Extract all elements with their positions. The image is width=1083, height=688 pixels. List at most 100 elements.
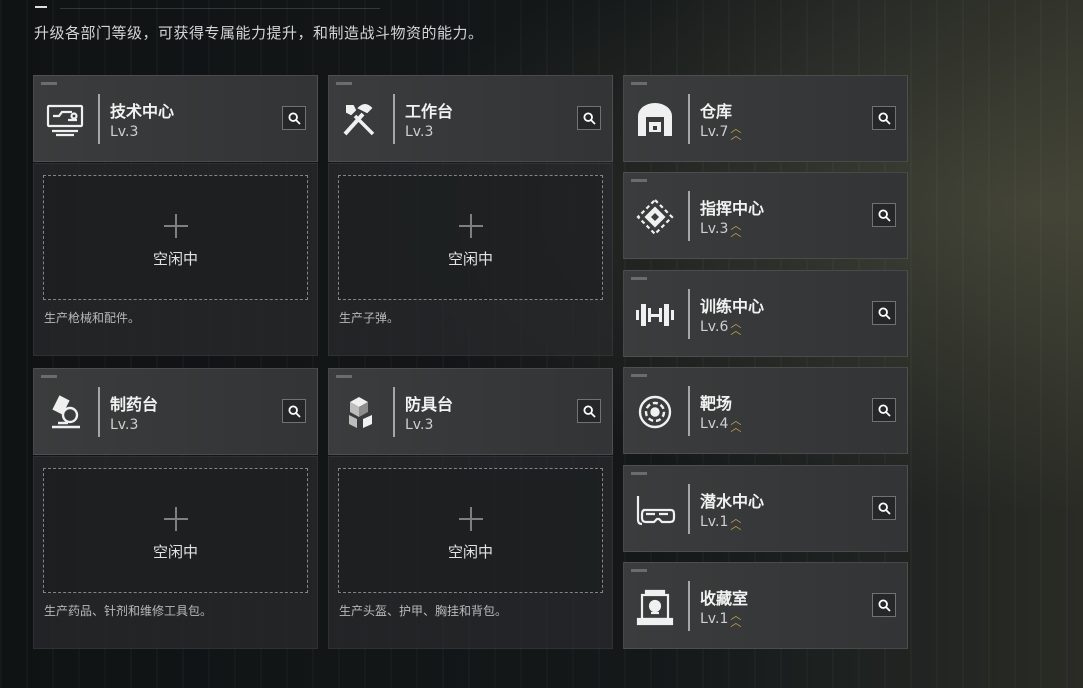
workstation-level: Lv.3: [405, 417, 434, 433]
facility-card-shooting-range[interactable]: 靶场 Lv.4 ︿ ︿: [623, 367, 908, 454]
production-slot[interactable]: 空闲中: [43, 468, 308, 593]
workstation-card-workbench[interactable]: 工作台 Lv.3: [328, 75, 613, 162]
card-tag: [631, 472, 647, 475]
workstation-card-armor[interactable]: 防具台 Lv.3: [328, 368, 613, 455]
facility-name: 仓库: [700, 102, 733, 121]
upgrade-arrow-icon: ︿ ︿: [730, 414, 742, 434]
facility-card-warehouse[interactable]: 仓库 Lv.7 ︿ ︿: [623, 75, 908, 162]
card-tag: [336, 82, 352, 85]
card-tag: [631, 374, 647, 377]
inspect-button[interactable]: [577, 399, 601, 423]
workstation-description: 生产子弹。: [339, 311, 400, 325]
search-icon: [878, 502, 891, 515]
target-icon: [634, 392, 676, 432]
workstation-description: 生产药品、针剂和维修工具包。: [44, 604, 213, 618]
facility-card-collection-room[interactable]: 收藏室 Lv.1 ︿ ︿: [623, 562, 908, 649]
facility-card-training-center[interactable]: 训练中心 Lv.6 ︿ ︿: [623, 270, 908, 357]
plus-icon: [458, 507, 483, 531]
card-tag: [336, 375, 352, 378]
inspect-button[interactable]: [282, 106, 306, 130]
microscope-icon: [44, 393, 86, 433]
facility-level-row: Lv.7 ︿ ︿: [700, 122, 742, 142]
search-icon: [878, 404, 891, 417]
search-icon: [288, 112, 301, 125]
computer-icon: [44, 100, 86, 140]
dumbbell-icon: [634, 295, 676, 335]
inspect-button[interactable]: [872, 203, 896, 227]
card-tag: [631, 277, 647, 280]
search-icon: [878, 209, 891, 222]
search-icon: [583, 405, 596, 418]
workstation-name: 技术中心: [110, 102, 175, 121]
workstation-description: 生产头盔、护甲、胸挂和背包。: [339, 604, 508, 618]
card-divider: [688, 289, 690, 339]
upgrade-arrow-icon: ︿ ︿: [730, 512, 742, 532]
search-icon: [583, 112, 596, 125]
facility-name: 训练中心: [700, 297, 765, 316]
production-panel-workbench: 空闲中 生产子弹。: [328, 163, 613, 356]
inspect-button[interactable]: [872, 106, 896, 130]
facility-name: 靶场: [700, 394, 733, 413]
production-slot[interactable]: 空闲中: [338, 468, 603, 593]
facility-level-row: Lv.1 ︿ ︿: [700, 610, 741, 628]
diving-mask-icon: [634, 490, 676, 530]
inspect-button[interactable]: [872, 496, 896, 520]
production-panel-armor: 空闲中 生产头盔、护甲、胸挂和背包。: [328, 456, 613, 649]
card-tag: [631, 569, 647, 572]
display-case-icon: [634, 587, 676, 627]
slot-status: 空闲中: [152, 250, 198, 268]
production-slot[interactable]: 空闲中: [43, 175, 308, 300]
facility-card-diving-center[interactable]: 潜水中心 Lv.1 ︿ ︿: [623, 465, 908, 552]
workstation-name: 制药台: [110, 395, 159, 414]
production-panel-tech-center: 空闲中 生产枪械和配件。: [33, 163, 318, 356]
cubes-icon: [339, 393, 381, 433]
card-divider: [393, 94, 395, 144]
command-icon: [634, 197, 676, 237]
card-tag: [41, 375, 57, 378]
card-divider: [688, 484, 690, 534]
card-divider: [688, 191, 690, 241]
search-icon: [878, 307, 891, 320]
card-divider: [98, 94, 100, 144]
production-slot[interactable]: 空闲中: [338, 175, 603, 300]
card-divider: [688, 581, 690, 631]
facility-level: Lv.6: [700, 319, 729, 335]
workstation-description: 生产枪械和配件。: [44, 311, 141, 325]
workstation-level: Lv.3: [110, 417, 139, 433]
card-divider: [688, 386, 690, 436]
upgrade-arrow-icon: ︿ ︿: [730, 317, 742, 337]
facility-level-row: Lv.3 ︿ ︿: [700, 220, 741, 238]
inspect-button[interactable]: [872, 301, 896, 325]
card-divider: [688, 94, 690, 144]
production-panel-pharmacy: 空闲中 生产药品、针剂和维修工具包。: [33, 456, 318, 649]
inspect-button[interactable]: [872, 593, 896, 617]
facility-card-command-center[interactable]: 指挥中心 Lv.3 ︿ ︿: [623, 172, 908, 259]
facility-name: 收藏室: [700, 589, 749, 608]
facility-level: Lv.1: [700, 611, 729, 627]
facility-level: Lv.1: [700, 514, 729, 530]
workstation-name: 防具台: [405, 395, 454, 414]
workstation-card-tech-center[interactable]: 技术中心 Lv.3: [33, 75, 318, 162]
facility-level: Lv.7: [700, 124, 729, 140]
warehouse-icon: [634, 100, 676, 140]
card-tag: [631, 82, 647, 85]
plus-icon: [163, 214, 188, 238]
upgrade-arrow-icon: ︿ ︿: [730, 122, 742, 142]
workstation-level: Lv.3: [405, 124, 434, 140]
facility-name: 指挥中心: [700, 199, 765, 218]
facility-level-row: Lv.6 ︿ ︿: [700, 317, 742, 337]
workstation-card-pharmacy[interactable]: 制药台 Lv.3: [33, 368, 318, 455]
inspect-button[interactable]: [282, 399, 306, 423]
inspect-button[interactable]: [577, 106, 601, 130]
card-divider: [98, 387, 100, 437]
facility-level-row: Lv.1 ︿ ︿: [700, 512, 742, 532]
slot-status: 空闲中: [447, 543, 493, 561]
slot-status: 空闲中: [447, 250, 493, 268]
plus-icon: [163, 507, 188, 531]
workstation-name: 工作台: [405, 102, 454, 121]
inspect-button[interactable]: [872, 398, 896, 422]
card-tag: [631, 179, 647, 182]
plus-icon: [458, 214, 483, 238]
workstation-level: Lv.3: [110, 124, 139, 140]
search-icon: [878, 112, 891, 125]
